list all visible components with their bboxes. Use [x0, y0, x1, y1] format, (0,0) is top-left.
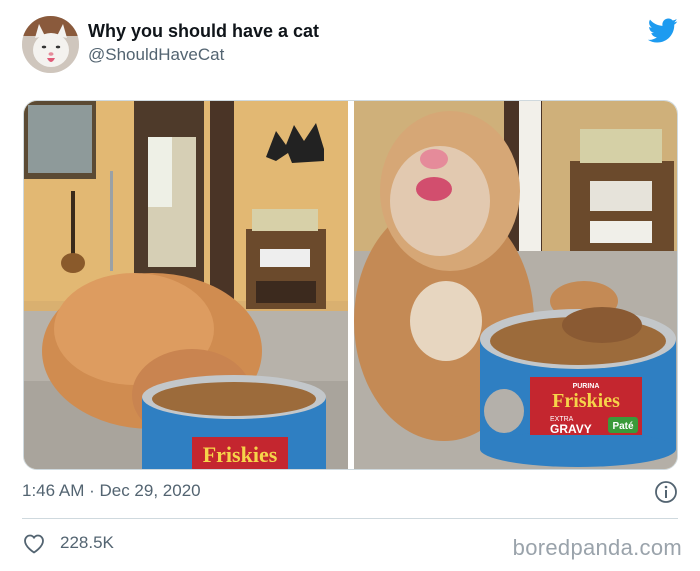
- right-can-sub3: Paté: [612, 421, 634, 432]
- watermark: boredpanda.com: [512, 535, 682, 560]
- twitter-bird-icon[interactable]: [648, 18, 678, 44]
- right-can-brand: PURINA: [573, 383, 600, 390]
- tweet-timestamp[interactable]: 1:46 AM · Dec 29, 2020: [22, 481, 201, 501]
- like-count[interactable]: 228.5K: [60, 533, 114, 553]
- author-handle[interactable]: @ShouldHaveCat: [88, 45, 224, 65]
- tweet-card: Why you should have a cat @ShouldHaveCat: [0, 0, 700, 571]
- left-can-label: Friskies: [203, 442, 278, 467]
- right-can-label: Friskies: [552, 390, 620, 412]
- divider: [22, 518, 678, 519]
- avatar[interactable]: [22, 16, 79, 73]
- info-icon[interactable]: [654, 480, 678, 504]
- photo-right[interactable]: PURINA Friskies EXTRA GRAVY Paté: [354, 101, 677, 469]
- right-can-sub2: GRAVY: [550, 422, 592, 436]
- heart-icon[interactable]: [22, 532, 46, 554]
- author-name[interactable]: Why you should have a cat: [88, 21, 319, 42]
- tweet-media[interactable]: Friskies PURINA Friskies EXTRA GRAVY Pat…: [23, 100, 678, 470]
- photo-left[interactable]: Friskies: [24, 101, 348, 469]
